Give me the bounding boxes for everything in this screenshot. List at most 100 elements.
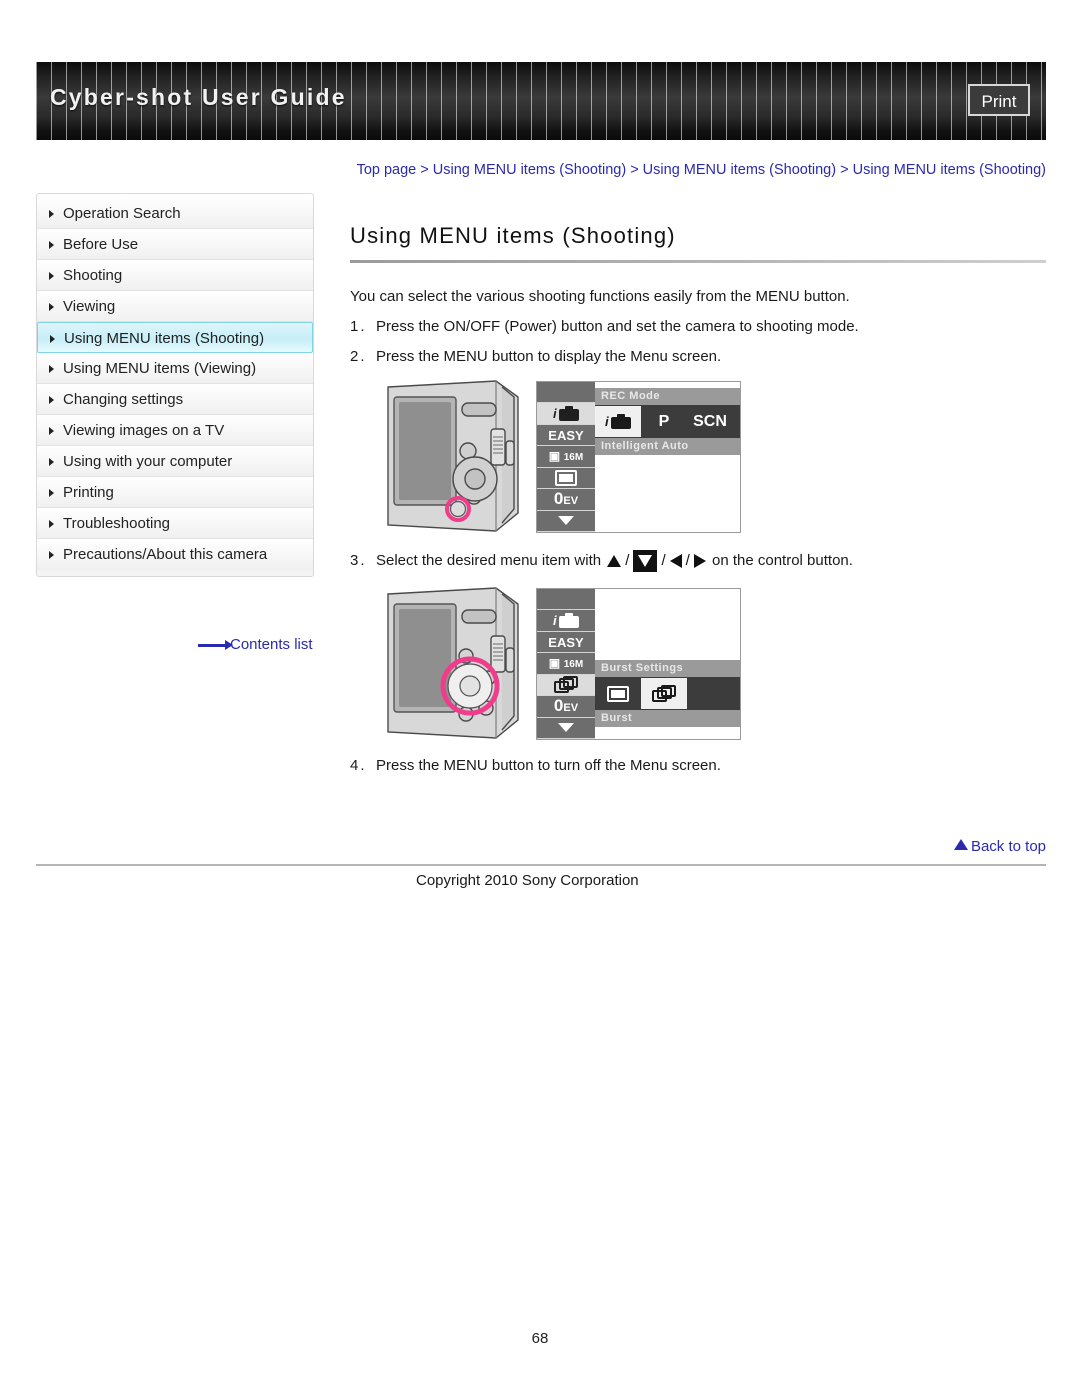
step-number: 2. [350,348,367,365]
lcd-option-row: i P SCN [595,405,740,438]
lcd-cell-single-shot[interactable] [537,467,595,489]
image-size-16m-icon: ▣ 16M [548,449,584,464]
ev-compensation-icon: 0EV [553,489,579,509]
arrow-up-icon[interactable] [607,555,622,567]
image-size-16m-icon: ▣ 16M [548,656,584,671]
bullet-icon [49,272,54,280]
sidebar-item-viewing[interactable]: Viewing [37,291,313,322]
arrow-left-icon[interactable] [669,554,682,568]
sidebar-item-label: Using with your computer [63,453,233,470]
sidebar-item-using-menu-items-shooting[interactable]: Using MENU items (Shooting) [37,322,313,353]
option-scene-selection[interactable]: SCN [687,406,733,437]
lcd-menu-screen-rec-mode: i EASY ▣ 16M 0EV REC Mode i P SCN Intell… [536,381,741,533]
step-number: 1. [350,318,367,335]
sidebar-item-troubleshooting[interactable]: Troubleshooting [37,508,313,539]
lcd-cell-easy-mode[interactable]: EASY [537,424,595,446]
bullet-icon [49,303,54,311]
key-separator: / [661,551,666,569]
lcd-bottom-bar-label: Burst [595,710,740,727]
lcd-bottom-bar-label: Intelligent Auto [595,438,740,455]
step-text-after: on the control button. [711,551,853,569]
image-size-label: 16M [563,452,584,464]
sidebar-item-using-with-your-computer[interactable]: Using with your computer [37,446,313,477]
single-shot-icon [555,469,577,486]
contents-list-label: Contents list [230,636,313,653]
arrow-up-icon [953,839,968,850]
lcd-top-bar-label: REC Mode [595,388,740,405]
lcd-cell-image-size[interactable]: ▣ 16M [537,653,595,674]
lcd-cell-image-size[interactable]: ▣ 16M [537,446,595,467]
bullet-icon [49,365,54,373]
arrow-right-icon[interactable] [693,554,706,568]
step-number: 4. [350,757,367,774]
intelligent-auto-icon: i [553,406,579,422]
bullet-icon [49,489,54,497]
option-single-shot[interactable] [595,678,641,709]
back-to-top-link[interactable]: Back to top [953,838,1046,855]
sidebar-item-label: Operation Search [63,205,181,222]
contents-list-link[interactable]: Contents list [198,636,313,653]
sidebar-item-label: Viewing [63,298,116,315]
step-text: Press the MENU button to display the Men… [376,348,722,365]
figure-menu-screen-burst-settings: i EASY ▣ 16M 0EV Burst Settings Burst [350,586,1046,744]
camera-rear-illustration-control-button [387,587,519,739]
sidebar-item-using-menu-items-viewing[interactable]: Using MENU items (Viewing) [37,353,313,384]
sidebar-item-label: Viewing images on a TV [63,422,225,439]
control-button-key-group: / / / [607,550,706,572]
intro-paragraph: You can select the various shooting func… [350,288,850,305]
sidebar-item-before-use[interactable]: Before Use [37,229,313,260]
lcd-cell-blank[interactable] [537,589,595,610]
bullet-icon [49,551,54,559]
sidebar-nav: Operation Search Before Use Shooting Vie… [36,193,314,577]
option-program-auto[interactable]: P [641,406,687,437]
lcd-right-panel: REC Mode i P SCN Intelligent Auto [595,382,740,532]
lcd-cell-intelligent-auto[interactable]: i [537,403,595,424]
sidebar-item-shooting[interactable]: Shooting [37,260,313,291]
easy-mode-label: EASY [548,634,584,650]
sidebar-item-viewing-images-on-a-tv[interactable]: Viewing images on a TV [37,415,313,446]
sidebar-item-label: Troubleshooting [63,515,171,532]
step-text: Press the ON/OFF (Power) button and set … [376,318,859,335]
intelligent-auto-icon: i [605,414,631,429]
sidebar-item-label: Changing settings [63,391,184,408]
sidebar-item-label: Shooting [63,267,123,284]
breadcrumb[interactable]: Top page > Using MENU items (Shooting) >… [350,160,1046,181]
lcd-left-column: i EASY ▣ 16M 0EV [537,382,595,532]
lcd-cell-intelligent-auto[interactable]: i [537,610,595,631]
key-separator: / [685,551,690,569]
image-size-label: 16M [563,659,584,671]
sidebar-item-operation-search[interactable]: Operation Search [37,198,313,229]
sidebar-item-changing-settings[interactable]: Changing settings [37,384,313,415]
arrow-right-icon [198,640,233,650]
sidebar-item-precautions-about-this-camera[interactable]: Precautions/About this camera [37,539,313,570]
option-intelligent-auto[interactable]: i [595,406,641,437]
back-to-top-label: Back to top [970,838,1046,855]
lcd-cell-ev-compensation[interactable]: 0EV [537,696,595,717]
bullet-icon [49,427,54,435]
footer-divider [36,864,1046,866]
option-burst[interactable] [641,678,687,709]
copyright-text: Copyright 2010 Sony Corporation [416,872,639,889]
lcd-cell-more[interactable] [537,510,595,531]
lcd-left-column: i EASY ▣ 16M 0EV [537,589,595,739]
lcd-cell-more[interactable] [537,717,595,738]
step-number: 3. [350,551,367,569]
arrow-down-icon-selected[interactable] [633,550,658,572]
sidebar-item-label: Using MENU items (Shooting) [64,330,265,347]
lcd-cell-blank[interactable] [537,382,595,403]
lcd-cell-easy-mode[interactable]: EASY [537,631,595,653]
lcd-cell-ev-compensation[interactable]: 0EV [537,489,595,510]
sidebar-item-label: Precautions/About this camera [63,546,268,563]
lcd-cell-burst-settings[interactable] [537,674,595,696]
bullet-icon [49,241,54,249]
step-text-before: Select the desired menu item with [376,551,602,569]
app-header: Cyber-shot User Guide Print [36,62,1046,140]
print-button[interactable]: Print [968,84,1030,116]
sidebar-item-label: Printing [63,484,114,501]
ev-compensation-icon: 0EV [553,696,579,716]
page-title: Using MENU items (Shooting) [350,223,676,248]
step-text: Press the MENU button to turn off the Me… [376,757,721,774]
sidebar-item-printing[interactable]: Printing [37,477,313,508]
key-separator: / [625,551,630,569]
lcd-right-panel: Burst Settings Burst [595,589,740,739]
